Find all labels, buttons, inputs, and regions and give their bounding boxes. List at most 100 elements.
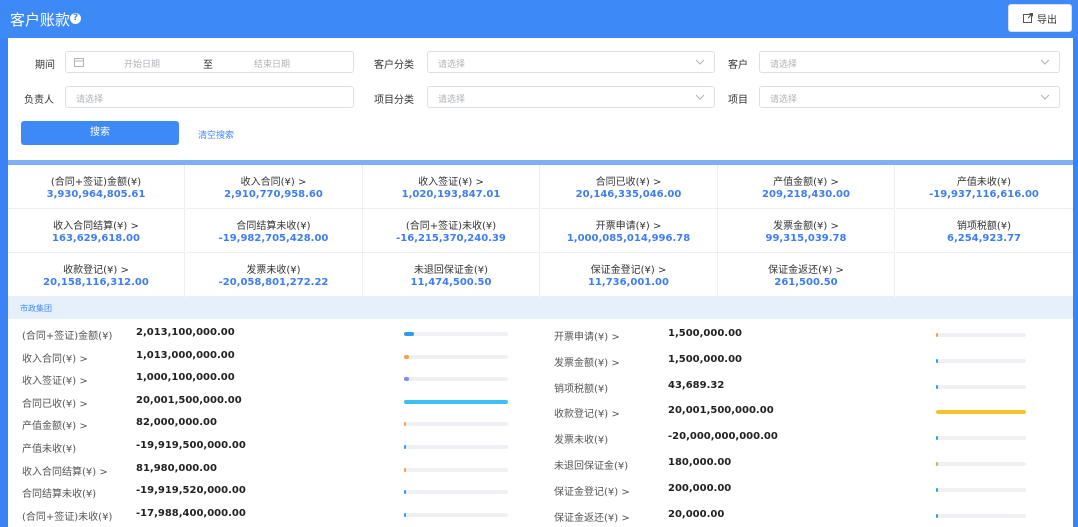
progress-track (404, 512, 508, 517)
stat-label: 保证金返还(¥) > (768, 265, 844, 276)
customer-category-label: 客户分类 (374, 60, 414, 71)
stat-value: 1,020,193,847.01 (401, 189, 501, 200)
detail-row: 发票未收(¥) -20,000,000,000.00 (554, 427, 1031, 447)
start-date-input[interactable]: 开始日期 (124, 57, 160, 70)
stat-label: 合同结算未收(¥) (236, 221, 311, 232)
stat-label: (合同+签证)金额(¥) (50, 177, 142, 188)
stat-cell[interactable]: 保证金返还(¥) >261,500.50 (718, 253, 895, 297)
stat-value: 1,000,085,014,996.78 (566, 233, 691, 244)
stat-value: 11,736,001.00 (588, 277, 669, 288)
detail-label: 开票申请(¥) > (554, 332, 620, 343)
progress-fill (404, 332, 415, 336)
detail-row: 销项税额(¥) 43,689.32 (554, 376, 1031, 396)
progress-track (936, 333, 1026, 337)
detail-label: 发票金额(¥) > (554, 357, 620, 369)
stat-label: 合同已收(¥) > (595, 177, 662, 188)
calendar-icon (74, 58, 84, 67)
stat-cell[interactable]: 保证金登记(¥) >11,736,001.00 (540, 253, 718, 297)
detail-value: 180,000.00 (668, 457, 732, 468)
progress-track (404, 354, 508, 359)
stat-cell: (合同+签证)金额(¥) 3,930,964,805.61 (8, 165, 185, 209)
stat-value: -19,937,116,616.00 (929, 189, 1039, 200)
stat-cell: 销项税额(¥) 6,254,923.77 (895, 209, 1073, 253)
detail-row[interactable]: 合同已收(¥) > 20,001,500,000.00 (22, 391, 513, 411)
stat-cell: 发票未收(¥) -20,058,801,272.22 (185, 253, 363, 297)
summary-stats: (合同+签证)金额(¥) 3,930,964,805.61 收入合同(¥) >2,9… (8, 165, 1073, 297)
progress-track (404, 467, 508, 472)
detail-value: -17,988,400,000.00 (136, 507, 246, 519)
customer-category-select[interactable]: 请选择 (427, 51, 715, 73)
progress-track (936, 436, 1026, 441)
export-button[interactable]: 导出 (1008, 4, 1072, 32)
project-label: 项目 (728, 95, 748, 106)
detail-label: (合同+签证)未收(¥) (22, 511, 113, 523)
stat-label: 发票金额(¥) > (773, 221, 839, 232)
progress-track (936, 358, 1026, 363)
stat-cell[interactable]: 发票金额(¥) >99,315,039.78 (718, 209, 895, 253)
progress-fill (936, 333, 938, 337)
detail-value: -19,919,500,000.00 (136, 440, 246, 451)
detail-value: 81,980,000.00 (136, 462, 217, 474)
stat-label: 收款登记(¥) > (63, 265, 129, 276)
stat-cell[interactable]: 产值金额(¥) >209,218,430.00 (718, 165, 895, 209)
question-icon[interactable]: ? (70, 13, 81, 24)
clear-search-link[interactable]: 清空搜索 (198, 128, 234, 141)
stat-cell[interactable]: 合同已收(¥) >20,146,335,046.00 (540, 165, 718, 209)
stat-label: 未退回保证金(¥) (413, 265, 489, 276)
progress-track (936, 462, 1026, 466)
detail-label: 产值金额(¥) > (22, 421, 88, 433)
detail-row[interactable]: 保证金登记(¥) > 200,000.00 (554, 479, 1031, 499)
detail-value: 1,013,000,000.00 (136, 349, 235, 361)
stat-cell[interactable]: 收入合同结算(¥) >163,629,618.00 (8, 209, 185, 253)
progress-fill (936, 487, 938, 492)
filter-panel: 期间 开始日期 至 结束日期 客户分类 请选择 客户 请选择 负责人 请选择 项… (8, 38, 1073, 160)
detail-label: 合同结算未收(¥) (22, 489, 97, 501)
stat-value: 163,629,618.00 (52, 233, 140, 244)
date-range-picker[interactable]: 开始日期 至 结束日期 (65, 51, 354, 73)
stat-label: 收入合同(¥) > (240, 177, 307, 188)
customer-label: 客户 (728, 60, 748, 71)
stat-value: 20,146,335,046.00 (575, 189, 682, 200)
detail-label: 合同已收(¥) > (22, 398, 88, 410)
detail-row[interactable]: 收款登记(¥) > 20,001,500,000.00 (554, 401, 1031, 421)
owner-label: 负责人 (24, 95, 54, 106)
detail-row: 未退回保证金(¥) 180,000.00 (554, 453, 1031, 473)
stat-cell[interactable]: 收款登记(¥) >20,158,116,312.00 (8, 253, 185, 297)
detail-row[interactable]: 收入合同(¥) > 1,013,000,000.00 (22, 346, 513, 366)
detail-value: -19,919,520,000.00 (136, 485, 246, 497)
owner-select[interactable]: 请选择 (65, 86, 354, 108)
detail-value: 1,500,000.00 (668, 353, 743, 365)
detail-row[interactable]: 收入合同结算(¥) > 81,980,000.00 (22, 459, 513, 479)
search-button[interactable]: 搜索 (21, 121, 179, 145)
detail-label: 保证金登记(¥) > (554, 486, 630, 498)
detail-value: 43,689.32 (668, 379, 725, 391)
page-title: 客户账款 (10, 11, 71, 29)
stat-label: 收入合同结算(¥) > (53, 221, 139, 232)
stat-label: 开票申请(¥) > (595, 221, 662, 232)
detail-row[interactable]: 开票申请(¥) > 1,500,000.00 (554, 324, 1031, 344)
stat-cell[interactable]: 收入合同(¥) >2,910,770,958.60 (185, 165, 363, 209)
date-separator: 至 (203, 60, 213, 71)
stat-value: -19,982,705,428.00 (218, 233, 329, 244)
stat-cell[interactable]: 开票申请(¥) >1,000,085,014,996.78 (540, 209, 718, 253)
detail-row[interactable]: 产值金额(¥) > 82,000,000.00 (22, 413, 513, 433)
progress-track (936, 384, 1026, 389)
stat-value: 2,910,770,958.60 (224, 189, 323, 200)
end-date-input[interactable]: 结束日期 (254, 57, 290, 70)
project-select[interactable]: 请选择 (759, 86, 1060, 108)
detail-row[interactable]: 保证金返还(¥) > 20,000.00 (554, 505, 1031, 525)
detail-row[interactable]: 发票金额(¥) > 1,500,000.00 (554, 350, 1031, 370)
customer-category-placeholder: 请选择 (438, 60, 466, 70)
detail-row: (合同+签证)金额(¥) 2,013,100,000.00 (22, 323, 513, 343)
stat-value: 11,474,500.50 (410, 277, 492, 288)
progress-fill (936, 358, 938, 363)
progress-track (404, 399, 508, 404)
stat-value: 261,500.50 (774, 277, 838, 288)
stat-cell: 合同结算未收(¥) -19,982,705,428.00 (185, 209, 363, 253)
title-bar: 客户账款 ? 导出 (0, 0, 1078, 38)
project-category-select[interactable]: 请选择 (427, 86, 715, 108)
detail-row[interactable]: 收入签证(¥) > 1,000,100,000.00 (22, 368, 513, 388)
stat-cell[interactable]: 收入签证(¥) >1,020,193,847.01 (363, 165, 540, 209)
progress-track (936, 487, 1026, 492)
customer-select[interactable]: 请选择 (759, 51, 1060, 73)
